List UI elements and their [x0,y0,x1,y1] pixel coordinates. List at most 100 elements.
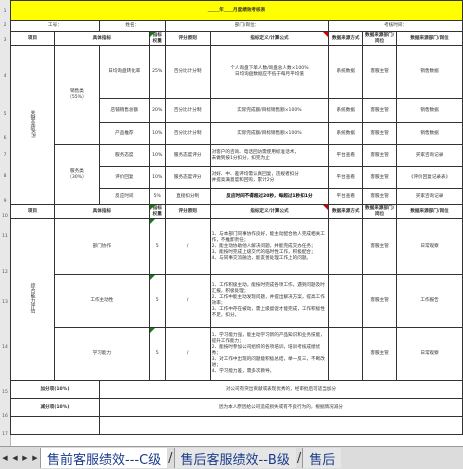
row-number[interactable]: 13 [0,300,10,305]
name-cell[interactable]: 姓名： [98,20,166,32]
kpi-source[interactable]: 系统数据 [328,45,364,99]
ability-rule[interactable]: / [164,218,211,275]
ability-section-label[interactable]: 综合能力评估 [10,218,55,381]
row-number[interactable]: 6 [0,136,10,141]
ability-definition[interactable]: 1、工作积极主动，能按时完成各项工作，遇到问题及时汇报，积极处理； 2、工作中能… [209,274,330,328]
row-number[interactable]: 16 [0,414,10,419]
header-unit[interactable]: 数据来源部门/岗位 [396,31,463,46]
ability-dept[interactable]: 客服主管 [362,274,398,328]
header-scoring-b[interactable]: 评分原则 [164,204,211,219]
row-number[interactable]: 2 [0,23,10,28]
kpi-rule[interactable]: 直接扣分制 [164,188,211,205]
sales-category[interactable]: 销售类 （55%） [53,45,100,145]
ability-name[interactable]: 工作主动性 [53,274,150,328]
bonus-add-label[interactable]: 加分项(10%) [10,380,100,399]
ability-weight[interactable]: 5 [148,274,166,328]
header-weight-b[interactable]: 指标权重 [148,204,166,219]
kpi-rule[interactable]: 服务态度评分 [164,166,211,189]
next-sheet-icon[interactable]: ▶ [20,451,30,465]
kpi-weight[interactable]: 10% [148,122,166,145]
ability-unit[interactable]: 日常观察 [396,327,463,381]
ability-name[interactable]: 学习能力 [53,327,150,381]
row-number[interactable]: 3 [0,38,10,43]
kpi-definition[interactable]: 对客户的咨询、电话回访需使用标准话术， 未做到按1分扣分，扣完为止 [209,144,330,167]
empty-cell[interactable] [10,416,100,435]
ability-unit[interactable]: 工作报告 [396,274,463,328]
prev-sheet-icon[interactable]: ◀ [10,451,20,465]
spreadsheet-grid[interactable]: 1 2 3 4 5 6 7 8 9 10 11 12 13 14 15 16 1… [0,0,463,446]
ability-dept[interactable]: 客服主管 [362,218,398,275]
header-provider[interactable]: 数据来源部门/岗位 [362,31,398,46]
kpi-section-label[interactable]: 关键业绩KPI [10,45,55,205]
row-number[interactable]: 11 [0,234,10,239]
kpi-source[interactable]: 系统数据 [328,122,364,145]
kpi-definition[interactable]: 对好、中、差评均需认真回复，违规者扣分 并提高满意度和回购，累计2分 [209,166,330,189]
ability-definition[interactable]: 1、与本部门同事协作良好，能主动配合他人完成相关工作，不推卸责任； 2、能主动协… [209,218,330,275]
kpi-weight[interactable]: 25% [148,45,166,99]
ability-weight[interactable]: 5 [148,327,166,381]
tab-aftersales[interactable]: 售后 [302,448,342,468]
dept-cell[interactable]: 部门/岗位： [164,20,330,32]
header-item[interactable]: 项目 [10,31,55,46]
header-source-b[interactable]: 数据来源方式 [328,204,364,219]
kpi-dept[interactable]: 客服主管 [362,144,398,167]
header-unit-b[interactable]: 数据来源部门/岗位 [396,204,463,219]
header-weight[interactable]: 指标权重 [148,31,166,46]
row-number[interactable]: 15 [0,390,10,395]
kpi-definition[interactable]: 实际完成额/目标销售额×100% [209,98,330,123]
ability-dept[interactable]: 客服主管 [362,327,398,381]
kpi-name[interactable]: 产品推荐 [98,122,150,145]
kpi-unit[interactable]: 买家咨询记录 [396,144,463,167]
row-number[interactable]: 10 [0,214,10,219]
header-indicator[interactable]: 具体指标 [53,31,150,46]
row-number[interactable]: 1 [0,9,10,14]
header-item-b[interactable]: 项目 [10,204,55,219]
ability-unit[interactable]: 日常观察 [396,218,463,275]
ability-source[interactable] [328,218,364,275]
ability-rule[interactable]: / [164,327,211,381]
bonus-sub-note[interactable]: 因为本人原因给公司造成损失或有不良行为的，根据情况减分 [98,398,463,417]
kpi-name[interactable]: 反应时间 [98,188,150,205]
empty-cell[interactable] [98,416,463,435]
row-number[interactable]: 8 [0,174,10,179]
kpi-source[interactable]: 平台查看 [328,188,364,205]
header-scoring[interactable]: 评分原则 [164,31,211,46]
row-number[interactable]: 9 [0,199,10,204]
kpi-unit[interactable]: 销售数据 [396,45,463,99]
header-definition[interactable]: 指标定义/计算公式 [209,31,330,46]
emp-id-cell[interactable]: 工号： [10,20,100,32]
row-number[interactable]: 4 [0,74,10,79]
kpi-definition[interactable]: 反应时间不得超过20秒，每超过1秒扣1分 [209,188,330,205]
row-number[interactable]: 5 [0,112,10,117]
kpi-unit[interactable]: 买家咨询记录 [396,188,463,205]
period-cell[interactable]: 考核时间： [328,20,463,32]
bonus-sub-label[interactable]: 减分项(10%) [10,398,100,417]
kpi-dept[interactable]: 客服主管 [362,45,398,99]
kpi-name[interactable]: 服务态度 [98,144,150,167]
kpi-source[interactable]: 平台查看 [328,144,364,167]
kpi-definition[interactable]: 实际完成额/目标销售额×100% [209,122,330,145]
header-source[interactable]: 数据来源方式 [328,31,364,46]
tab-aftersales-b[interactable]: 售后客服绩效--B级 [173,448,296,468]
kpi-dept[interactable]: 客服主管 [362,98,398,123]
ability-definition[interactable]: 1、学习能力强，能主动学习新的产品知识和业务技能，提升工作能力； 2、能按时参加… [209,327,330,381]
kpi-weight[interactable]: 20% [148,98,166,123]
service-category[interactable]: 服务类 （30%） [53,144,100,205]
kpi-rule[interactable]: 百分比计分制 [164,98,211,123]
ability-weight[interactable]: 5 [148,218,166,275]
ability-rule[interactable]: / [164,274,211,328]
header-indicator-b[interactable]: 具体指标 [53,204,150,219]
kpi-dept[interactable]: 客服主管 [362,166,398,189]
kpi-rule[interactable]: 百分比计分制 [164,122,211,145]
kpi-dept[interactable]: 客服主管 [362,188,398,205]
kpi-name[interactable]: 日均询盘转化率 [98,45,150,99]
kpi-source[interactable]: 平台查看 [328,166,364,189]
kpi-rule[interactable]: 服务态度评分 [164,144,211,167]
bonus-add-note[interactable]: 对公司有突出贡献或表现优秀的，经审批后可适当加分 [98,380,463,399]
kpi-weight[interactable]: 5% [148,188,166,205]
row-number[interactable]: 7 [0,153,10,158]
row-number[interactable]: 17 [0,432,10,437]
row-number[interactable]: 14 [0,345,10,350]
tab-presales[interactable]: 售前客服绩效---C级 [40,448,168,468]
kpi-source[interactable]: 系统数据 [328,98,364,123]
